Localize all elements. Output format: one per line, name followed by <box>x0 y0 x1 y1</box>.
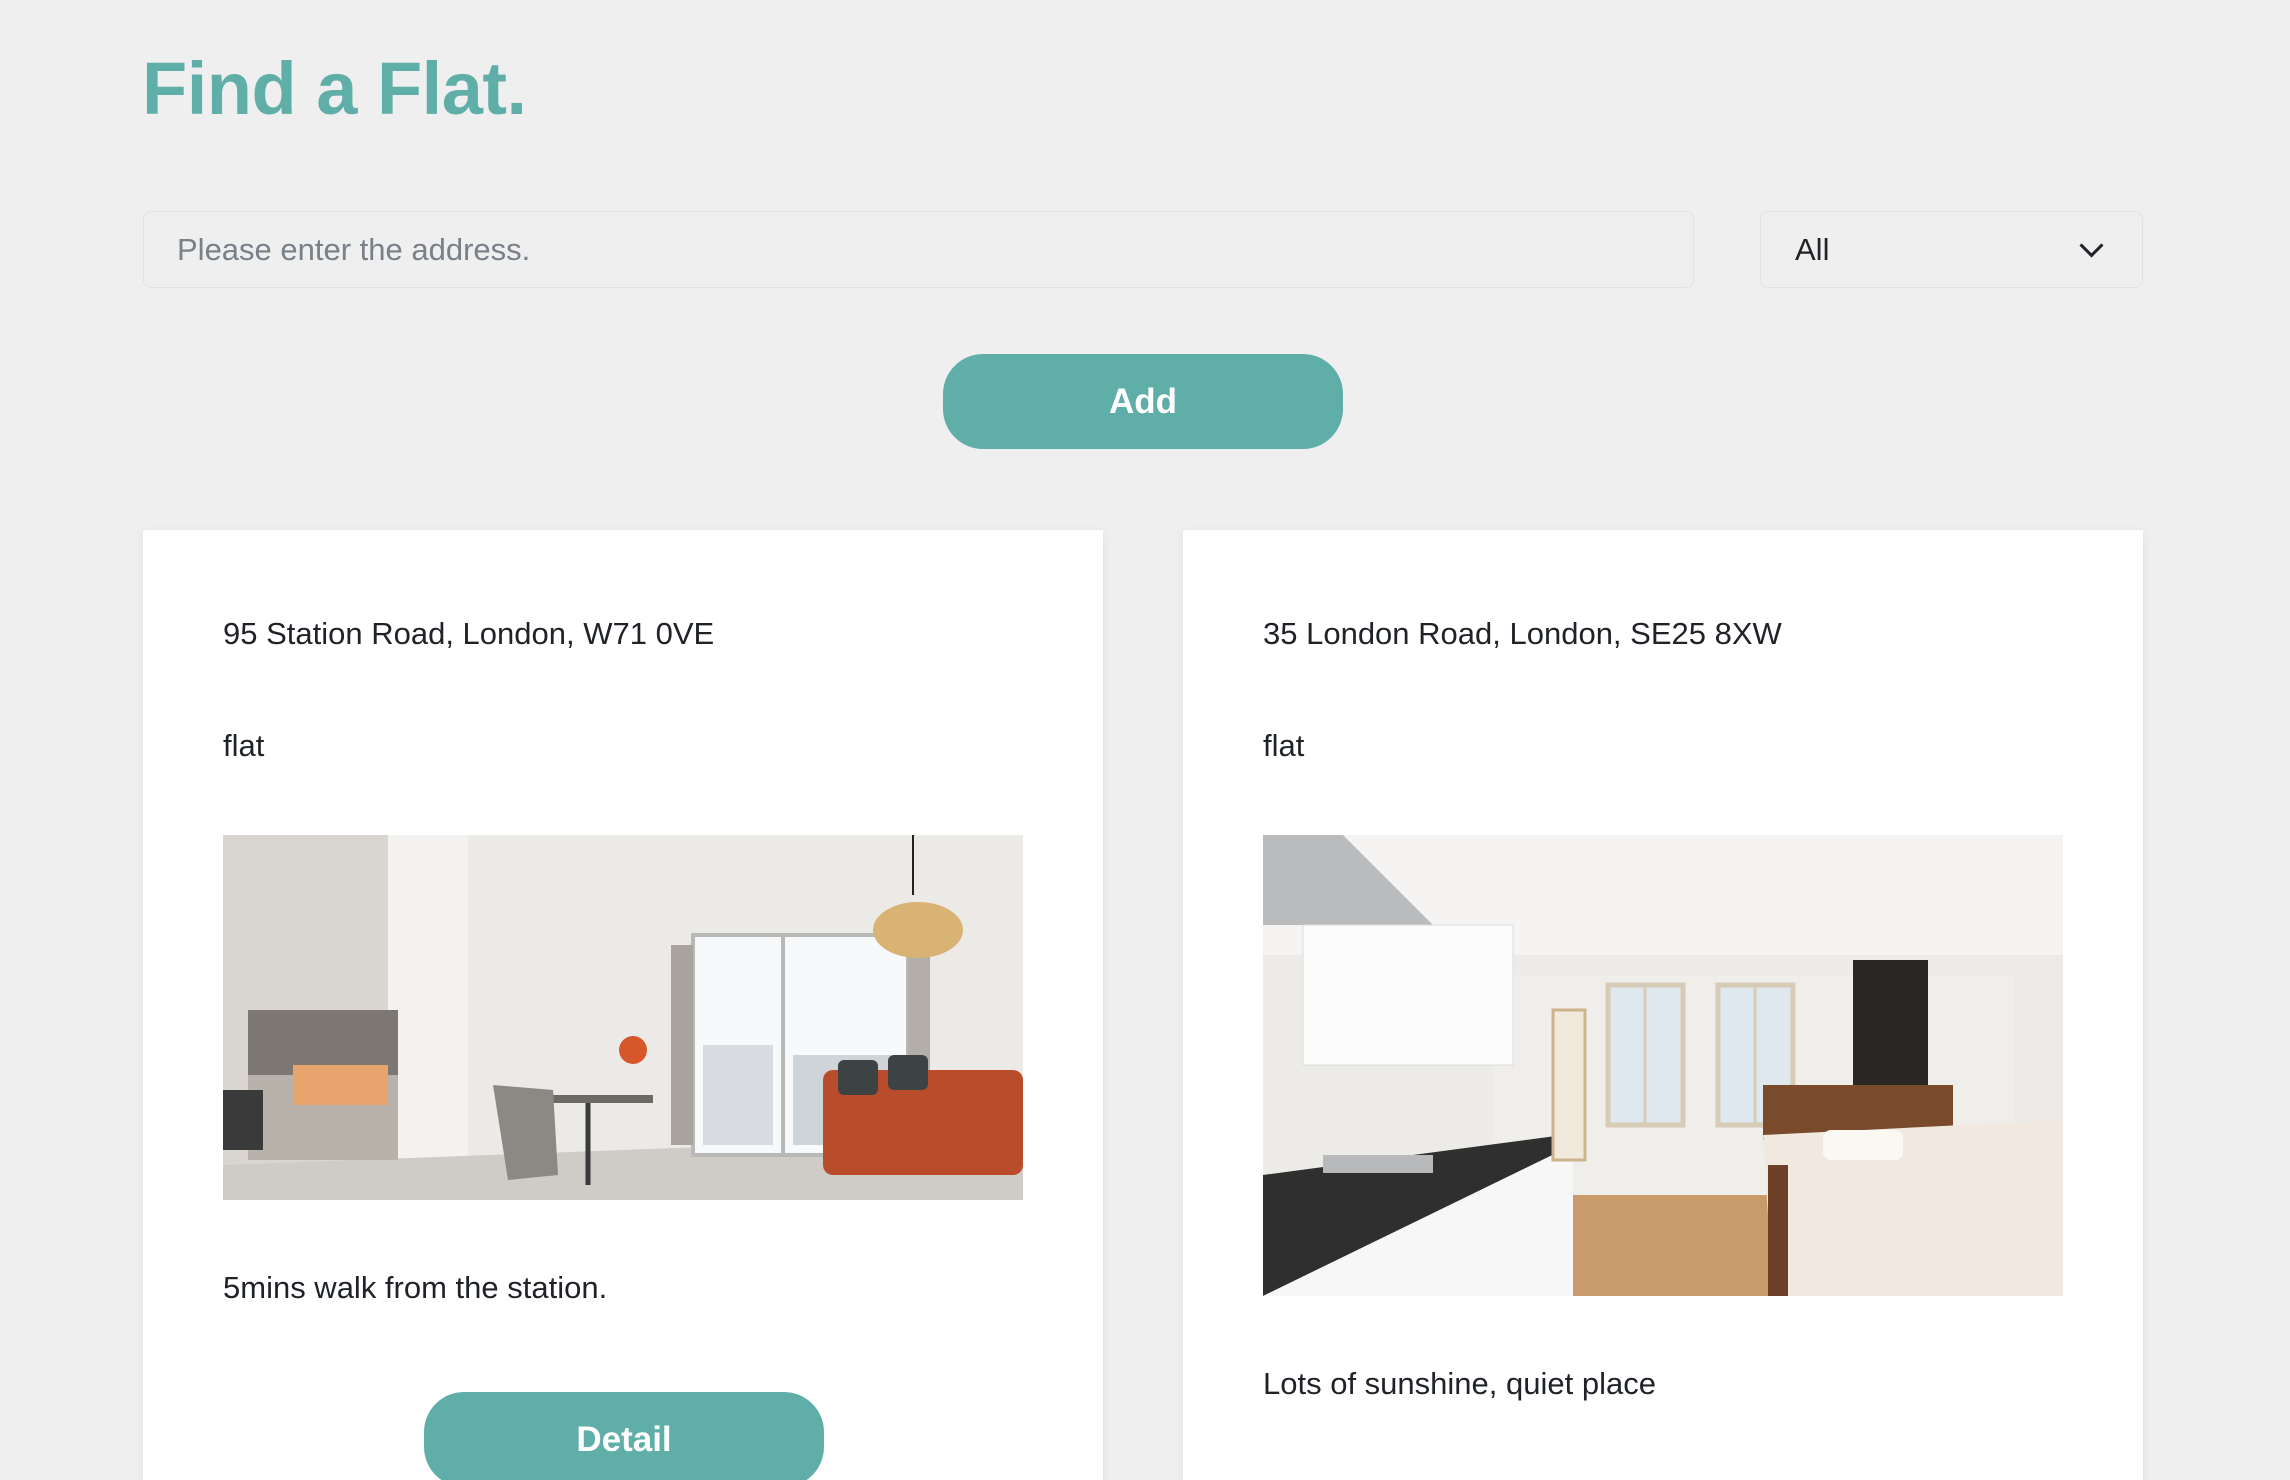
property-type-select[interactable]: All <box>1760 211 2143 288</box>
page-title: Find a Flat. <box>142 47 527 130</box>
page: Find a Flat. All Add 95 Station Road, Lo… <box>0 0 2290 1480</box>
living-room-photo <box>223 835 1023 1200</box>
add-button[interactable]: Add <box>943 354 1343 449</box>
property-type-selected-value: All <box>1795 231 1830 267</box>
listing-description: Lots of sunshine, quiet place <box>1263 1366 1656 1401</box>
chevron-down-icon <box>2079 233 2104 258</box>
listing-description: 5mins walk from the station. <box>223 1270 608 1305</box>
listing-address: 95 Station Road, London, W71 0VE <box>223 616 715 651</box>
detail-button[interactable]: Detail <box>424 1392 824 1480</box>
listing-card: 35 London Road, London, SE25 8XW flat Lo… <box>1183 530 2143 1480</box>
address-search-input[interactable] <box>143 211 1694 288</box>
listing-type: flat <box>1263 728 1305 763</box>
studio-kitchen-photo <box>1263 835 2063 1296</box>
listing-card: 95 Station Road, London, W71 0VE flat 5m… <box>143 530 1103 1480</box>
listing-address: 35 London Road, London, SE25 8XW <box>1263 616 1782 651</box>
listing-type: flat <box>223 728 265 763</box>
